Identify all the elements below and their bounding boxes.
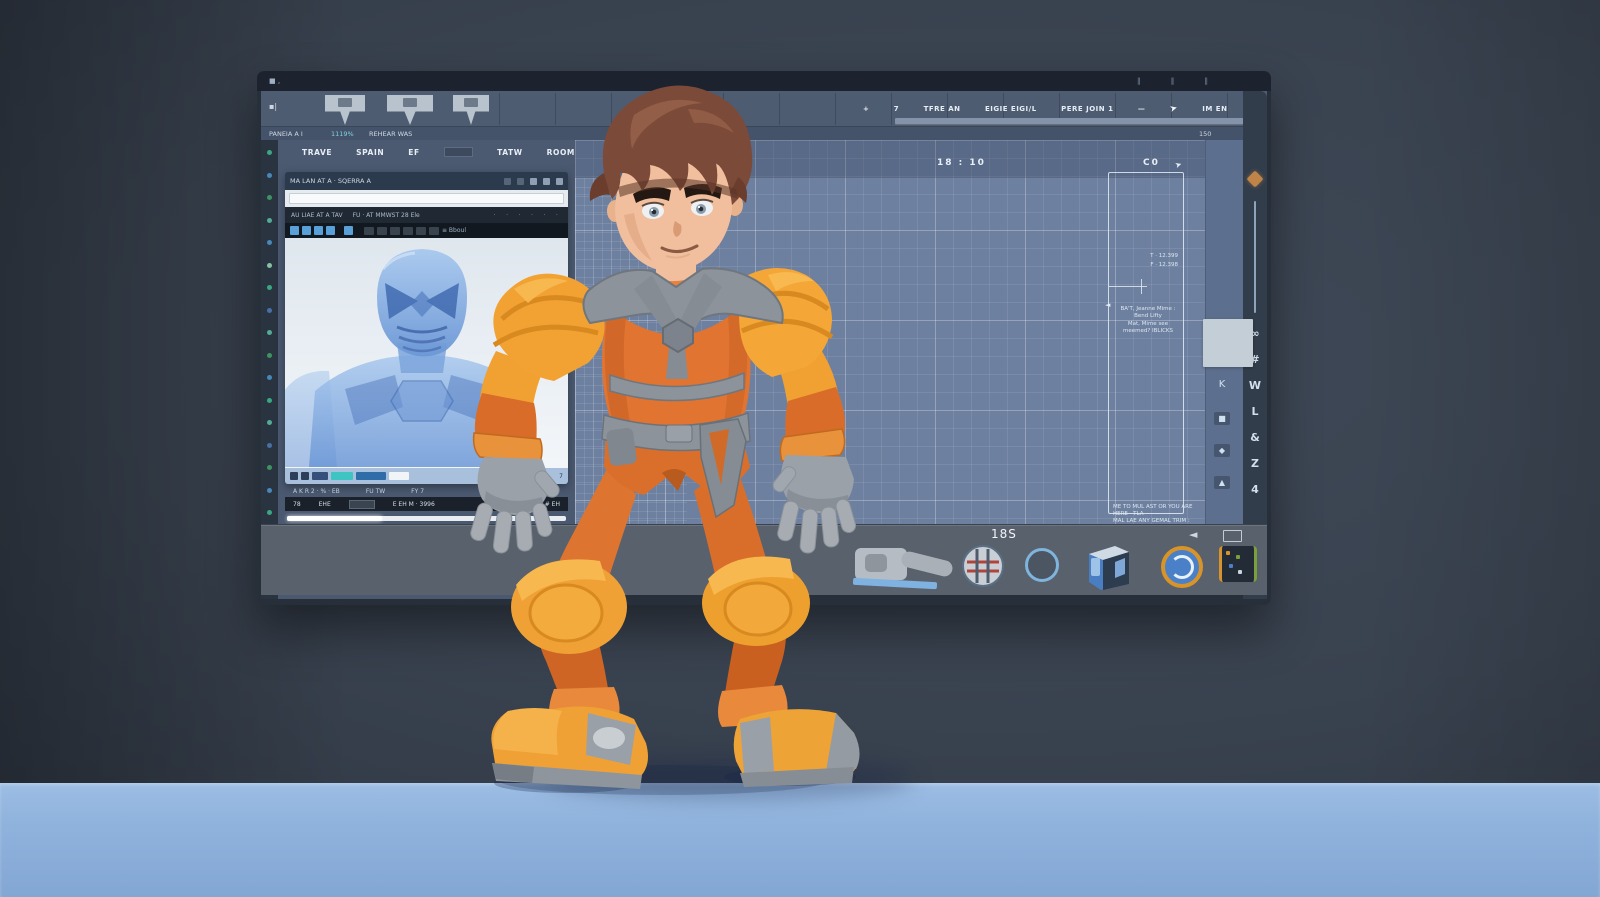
swatch-panel[interactable] (1203, 319, 1253, 367)
dock-frame-icon (1223, 530, 1242, 542)
rail-icon[interactable]: 4 (1251, 483, 1259, 496)
tool-icon[interactable] (326, 226, 335, 235)
diamond-icon[interactable] (1247, 171, 1264, 188)
selection-rectangle[interactable]: T · 12.399 F · 12.398 ◄ BA'T, Jeanne Mim… (1108, 172, 1184, 514)
dock-label: 18S (991, 527, 1017, 541)
status-text: PANEIA A I (269, 130, 303, 138)
rail-tool-dot[interactable] (267, 420, 272, 425)
rail-tool-dot[interactable] (267, 465, 272, 470)
footer-label2: E EH M · 3996 (393, 501, 435, 508)
rail-tool-dot[interactable] (267, 488, 272, 493)
tab-2[interactable] (387, 95, 433, 125)
rect-annotation: F · 12.398 (1150, 262, 1178, 269)
footer-text: FY 7 (411, 488, 424, 495)
rail-tool-dot[interactable] (267, 240, 272, 245)
progress-fill (287, 516, 382, 521)
rail-tool-dot[interactable] (267, 443, 272, 448)
menu-item[interactable]: IM EN (1202, 105, 1227, 113)
character-figure (438, 74, 878, 796)
panel-menu-item[interactable]: SPAIN (356, 148, 384, 157)
grid-scale-label: 18 : 10 (937, 158, 986, 168)
footer-label: EHE (319, 501, 331, 508)
subpanel-icon[interactable]: ■ (1214, 412, 1230, 425)
rail-icon[interactable]: L (1251, 405, 1258, 418)
badge-glyph (1170, 555, 1194, 579)
tab-1-icon (338, 98, 352, 107)
footer-text: A K R 2 · % · EB (293, 488, 340, 495)
rail-tool-dot[interactable] (267, 375, 272, 380)
rail-tool-dot[interactable] (267, 308, 272, 313)
status-segment (312, 472, 328, 480)
dock-cursor-icon: ◄ (1189, 528, 1197, 541)
rail-tool-dot[interactable] (267, 150, 272, 155)
rail-icon[interactable]: W (1249, 379, 1261, 392)
rail-tool-dot[interactable] (267, 330, 272, 335)
rail-icon[interactable]: & (1250, 431, 1260, 444)
rail-icon[interactable]: Z (1251, 457, 1259, 470)
rect-annotation: T · 12.399 (1150, 253, 1178, 260)
tool-slot-icon[interactable] (390, 227, 400, 235)
top-strip-ticks: ‖ ‖ ‖ (1137, 71, 1222, 91)
rail-tool-dot[interactable] (267, 510, 272, 515)
tool-slot-icon[interactable] (364, 227, 374, 235)
rail-tool-dot[interactable] (267, 195, 272, 200)
footer-field[interactable] (349, 500, 375, 509)
footer-text: FU TW (366, 488, 385, 495)
rail-tool-dot[interactable] (267, 263, 272, 268)
subpanel-icon[interactable]: K (1214, 378, 1230, 391)
grid-coord-label: C0 (1143, 158, 1160, 168)
tab-1[interactable] (325, 95, 365, 125)
status-segment-white (389, 472, 409, 480)
grid-bottom-caption: ME TO MUL AST OR YOU ARE HERE · TLA (1113, 504, 1199, 518)
toolbar-text2: FU · AT MMWST 28 Ele (353, 212, 420, 219)
printer-3d-icon[interactable] (1085, 544, 1147, 596)
dimension-tick (1141, 279, 1142, 294)
rail-tool-dot[interactable] (267, 398, 272, 403)
menu-item[interactable]: PERE JOIN 1 (1061, 105, 1113, 113)
badge-ring-icon[interactable] (1161, 546, 1203, 588)
rail-tool-dot[interactable] (267, 218, 272, 223)
tool-icon[interactable] (302, 226, 311, 235)
tab-2-icon (403, 98, 417, 107)
status-num1: 150 (1199, 130, 1211, 138)
ring-icon[interactable] (1025, 548, 1059, 582)
rail-tool-dot[interactable] (267, 173, 272, 178)
top-strip-mark: ■ ‚ (269, 71, 280, 91)
rail-tool-dot[interactable] (267, 353, 272, 358)
chip-plugin-icon[interactable] (1219, 546, 1257, 582)
scene: { "colors": { "wall": "#39424f", "floor"… (0, 0, 1600, 897)
floor (0, 783, 1600, 897)
menu-bar: +7TFRE ANEIGIE EIGI/LPERE JOIN 1— ➤ IM E… (863, 91, 1255, 127)
status-text2: REHEAR WAS (369, 130, 412, 138)
vertical-slider[interactable] (1254, 201, 1256, 313)
status-percent: 1119% (331, 130, 354, 138)
tool-icon[interactable] (344, 226, 353, 235)
tool-slot-icon[interactable] (416, 227, 426, 235)
footer-value: 78 (293, 501, 301, 508)
status-segment-teal (331, 472, 353, 480)
menu-item[interactable]: 7 (894, 105, 899, 113)
status-segment (290, 472, 298, 480)
menu-item[interactable]: EIGIE EIGI/L (985, 105, 1037, 113)
rect-caption: BA'T, Jeanne Mime : Bend Lifty (1115, 306, 1181, 320)
panel-menu-item[interactable]: TRAVE (302, 148, 332, 157)
cursor-icon: ➤ (1169, 103, 1179, 115)
status-segment (356, 472, 386, 480)
subpanel-icon[interactable]: ◆ (1214, 444, 1230, 457)
tab-bar-chip: ▪| (269, 102, 277, 111)
rect-caption: Mat, Mime see meemed? IBLICKS (1115, 321, 1181, 335)
tool-slot-icon[interactable] (403, 227, 413, 235)
tool-icon[interactable] (314, 226, 323, 235)
rect-arrow-icon: ◄ (1105, 301, 1110, 309)
tool-slot-icon[interactable] (377, 227, 387, 235)
grid-compass-icon[interactable] (961, 544, 1005, 592)
menu-item[interactable]: TFRE AN (924, 105, 961, 113)
status-segment (301, 472, 309, 480)
toolbar-text: AU LIAE AT A TAV (291, 212, 343, 219)
menu-item[interactable]: — (1138, 105, 1146, 113)
tool-icon[interactable] (290, 226, 299, 235)
panel-menu-item[interactable]: EF (408, 148, 419, 157)
rail-tool-dot[interactable] (267, 285, 272, 290)
subpanel-icon[interactable]: ▲ (1214, 476, 1230, 489)
